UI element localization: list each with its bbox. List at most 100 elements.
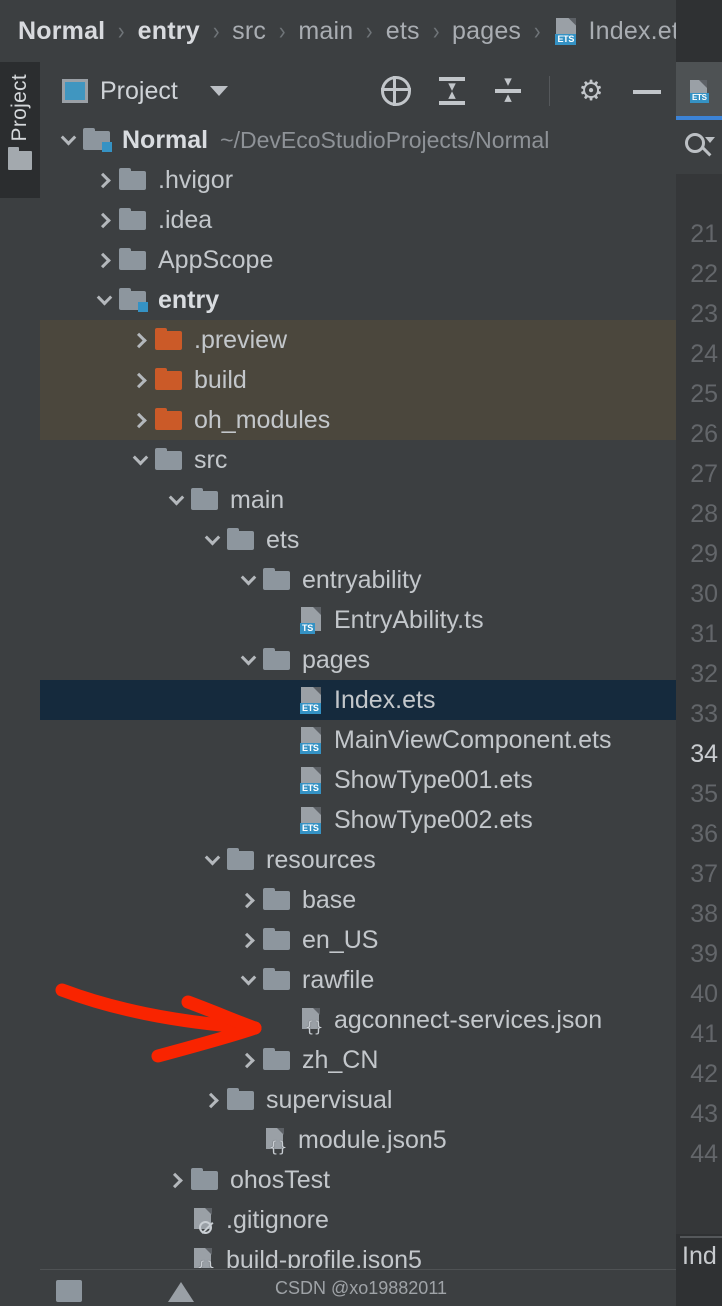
chevron-right-icon[interactable] [234, 880, 262, 920]
chevron-right-icon[interactable] [90, 200, 118, 240]
tree-row[interactable]: rawfile [40, 960, 676, 1000]
tree-row[interactable]: ETSMainViewComponent.ets [40, 720, 676, 760]
tree-row[interactable]: {}build-profile.json5 [40, 1240, 676, 1268]
tree-row[interactable]: ohosTest [40, 1160, 676, 1200]
file-type-badge: ETS [300, 703, 321, 714]
breadcrumb-item-normal[interactable]: Normal [18, 17, 105, 46]
breadcrumb-item-entry[interactable]: entry [138, 17, 200, 46]
tree-row[interactable]: ETSIndex.ets [40, 680, 676, 720]
tree-row-label: oh_modules [194, 406, 330, 435]
chevron-down-icon[interactable] [234, 560, 262, 600]
breadcrumb-item-pages[interactable]: pages [452, 17, 521, 46]
tree-row-label: rawfile [302, 966, 374, 995]
tree-row[interactable]: .gitignore [40, 1200, 676, 1240]
tree-row[interactable]: {}agconnect-services.json [40, 1000, 676, 1040]
collapse-all-icon[interactable]: ▾▴ [493, 76, 523, 106]
chevron-right-icon[interactable] [198, 1080, 226, 1120]
tree-row-label: supervisual [266, 1086, 392, 1115]
tree-row[interactable]: supervisual [40, 1080, 676, 1120]
tree-indent [40, 120, 54, 160]
stripe-button-project[interactable]: Project [0, 62, 40, 198]
tree-row[interactable]: AppScope [40, 240, 676, 280]
chevron-down-icon[interactable] [234, 640, 262, 680]
chevron-right-icon[interactable] [234, 1040, 262, 1080]
breadcrumb-item-main[interactable]: main [298, 17, 353, 46]
project-view-icon [62, 79, 88, 103]
tree-row[interactable]: TS EntryAbility.ts [40, 600, 676, 640]
line-number: 44 [676, 1140, 718, 1169]
tree-row-label: .hvigor [158, 166, 233, 195]
chevron-down-icon[interactable] [162, 480, 190, 520]
folder-icon [262, 1048, 292, 1072]
tree-indent [40, 920, 234, 960]
chevron-down-icon[interactable] [234, 960, 262, 1000]
chevron-down-icon[interactable] [54, 120, 82, 160]
chevron-right-icon[interactable] [162, 1160, 190, 1200]
line-number: 38 [676, 900, 718, 929]
chevron-down-icon[interactable] [210, 86, 228, 96]
tree-indent [40, 240, 90, 280]
search-button[interactable] [676, 120, 722, 174]
chevron-down-icon[interactable] [198, 520, 226, 560]
chevron-down-icon[interactable] [198, 840, 226, 880]
breadcrumb-item-ets[interactable]: ets [386, 17, 420, 46]
tree-row[interactable]: resources [40, 840, 676, 880]
tree-indent [40, 880, 234, 920]
tree-indent [40, 1040, 234, 1080]
chevron-right-icon[interactable] [126, 320, 154, 360]
folder-module-icon [82, 128, 112, 152]
tree-row[interactable]: ETSShowType001.ets [40, 760, 676, 800]
tree-indent [40, 960, 234, 1000]
tree-row-label: EntryAbility.ts [334, 606, 484, 635]
ts-file-icon: TS [298, 606, 324, 634]
tree-row[interactable]: oh_modules [40, 400, 676, 440]
editor-status-text: Ind [676, 1242, 722, 1282]
tree-row-label: base [302, 886, 356, 915]
tree-row[interactable]: .preview [40, 320, 676, 360]
tree-row-path: ~/DevEcoStudioProjects/Normal [220, 127, 549, 154]
tree-row[interactable]: base [40, 880, 676, 920]
minimize-icon[interactable] [632, 76, 662, 106]
tree-row[interactable]: entry [40, 280, 676, 320]
chevron-right-icon[interactable] [126, 360, 154, 400]
tree-row[interactable]: zh_CN [40, 1040, 676, 1080]
tree-row-label: .gitignore [226, 1206, 329, 1235]
editor-tab-index-ets[interactable]: ETS [676, 62, 722, 120]
expand-all-icon[interactable]: ▾▴ [437, 76, 467, 106]
tree-row[interactable]: entryability [40, 560, 676, 600]
gear-icon[interactable]: ⚙ [576, 76, 606, 106]
tree-row[interactable]: ETSShowType002.ets [40, 800, 676, 840]
tree-indent [40, 1080, 198, 1120]
tree-row[interactable]: en_US [40, 920, 676, 960]
chevron-down-icon[interactable] [90, 280, 118, 320]
search-icon [685, 133, 713, 161]
breadcrumb[interactable]: Normal›entry›src›main›ets›pages›ETSIndex… [0, 0, 722, 62]
chevron-right-icon[interactable] [90, 240, 118, 280]
chevron-right-icon[interactable] [234, 920, 262, 960]
tree-indent [40, 720, 270, 760]
tree-row[interactable]: pages [40, 640, 676, 680]
tree-row[interactable]: ets [40, 520, 676, 560]
tree-row[interactable]: main [40, 480, 676, 520]
breadcrumb-item-index-ets[interactable]: ETSIndex.ets [553, 17, 691, 46]
chevron-down-icon[interactable] [126, 440, 154, 480]
tree-row[interactable]: .idea [40, 200, 676, 240]
tree-row-label: pages [302, 646, 370, 675]
tree-indent [40, 1200, 162, 1240]
tree-row[interactable]: src [40, 440, 676, 480]
tree-row-label: main [230, 486, 284, 515]
tree-row[interactable]: {}module.json5 [40, 1120, 676, 1160]
breadcrumb-separator-icon: › [213, 17, 220, 46]
file-type-badge: ETS [300, 823, 321, 834]
tree-row-label: .preview [194, 326, 287, 355]
project-tree[interactable]: Normal~/DevEcoStudioProjects/Normal .hvig… [40, 120, 676, 1268]
tree-indent [40, 520, 198, 560]
tree-row[interactable]: build [40, 360, 676, 400]
chevron-right-icon[interactable] [90, 160, 118, 200]
target-icon[interactable] [381, 76, 411, 106]
chevron-right-icon[interactable] [126, 400, 154, 440]
line-number: 28 [676, 500, 718, 529]
breadcrumb-item-src[interactable]: src [232, 17, 266, 46]
tree-row[interactable]: Normal~/DevEcoStudioProjects/Normal [40, 120, 676, 160]
tree-row[interactable]: .hvigor [40, 160, 676, 200]
